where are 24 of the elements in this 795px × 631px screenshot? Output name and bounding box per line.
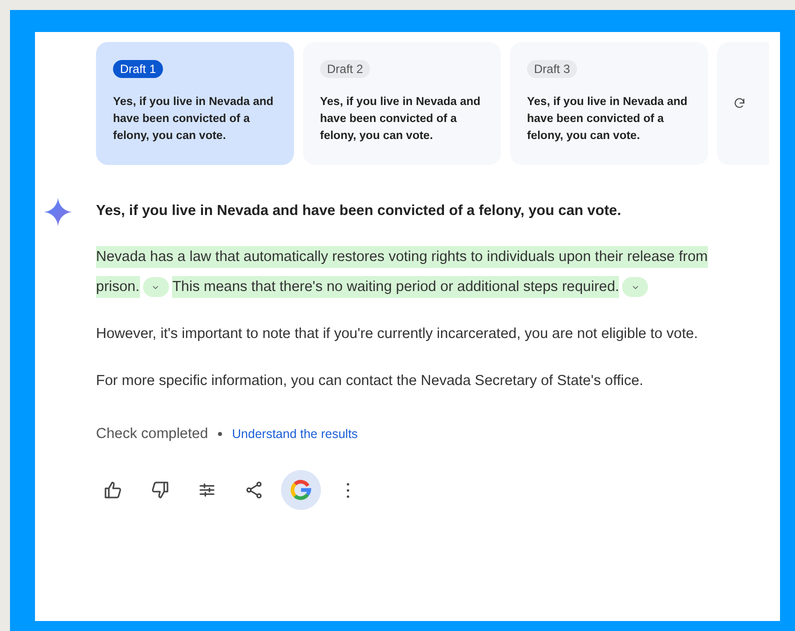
paragraph-text: For more specific information, you can contact the Nevada Secretary of State's office. — [96, 373, 644, 389]
separator-dot — [218, 432, 222, 436]
response-headline: Yes, if you live in Nevada and have been convicted of a felony, you can vote. — [96, 203, 622, 219]
draft-text: Yes, if you live in Nevada and have been convicted of a felony, you can vote. — [527, 95, 688, 144]
g-logo-button[interactable] — [281, 470, 321, 510]
draft-label: Draft 1 — [113, 60, 164, 78]
thumbs-up-icon — [103, 480, 123, 500]
regenerate-icon[interactable] — [733, 97, 746, 110]
draft-label: Draft 2 — [320, 60, 370, 78]
understand-results-link[interactable]: Understand the results — [232, 427, 358, 441]
thumbs-down-icon — [150, 480, 170, 500]
more-icon — [346, 482, 350, 498]
g-logo-icon — [290, 479, 312, 501]
share-icon — [244, 480, 264, 500]
highlighted-text: This means that there's no waiting period or additional steps required. — [172, 276, 620, 298]
draft-label: Draft 3 — [527, 60, 578, 78]
paragraph-text: However, it's important to note that if you're currently incarcerated, you are not eligible to vote. — [96, 326, 698, 342]
draft-card[interactable]: Draft 1 Yes, if you live in Nevada and have been convicted of a felony, you can vote. — [96, 42, 294, 165]
draft-text: Yes, if you live in Nevada and have been convicted of a felony, you can vote. — [320, 95, 482, 144]
draft-text: Yes, if you live in Nevada and have been convicted of a felony, you can vote. — [113, 95, 274, 144]
sparkle-icon — [43, 197, 73, 227]
draft-card[interactable]: Draft 2 Yes, if you live in Nevada and have been convicted of a felony, you can vote. — [303, 42, 501, 165]
draft-card[interactable]: Draft 3 Yes, if you live in Nevada and have been convicted of a felony, you can vote. — [510, 42, 708, 165]
check-status: Check completed — [96, 426, 208, 442]
